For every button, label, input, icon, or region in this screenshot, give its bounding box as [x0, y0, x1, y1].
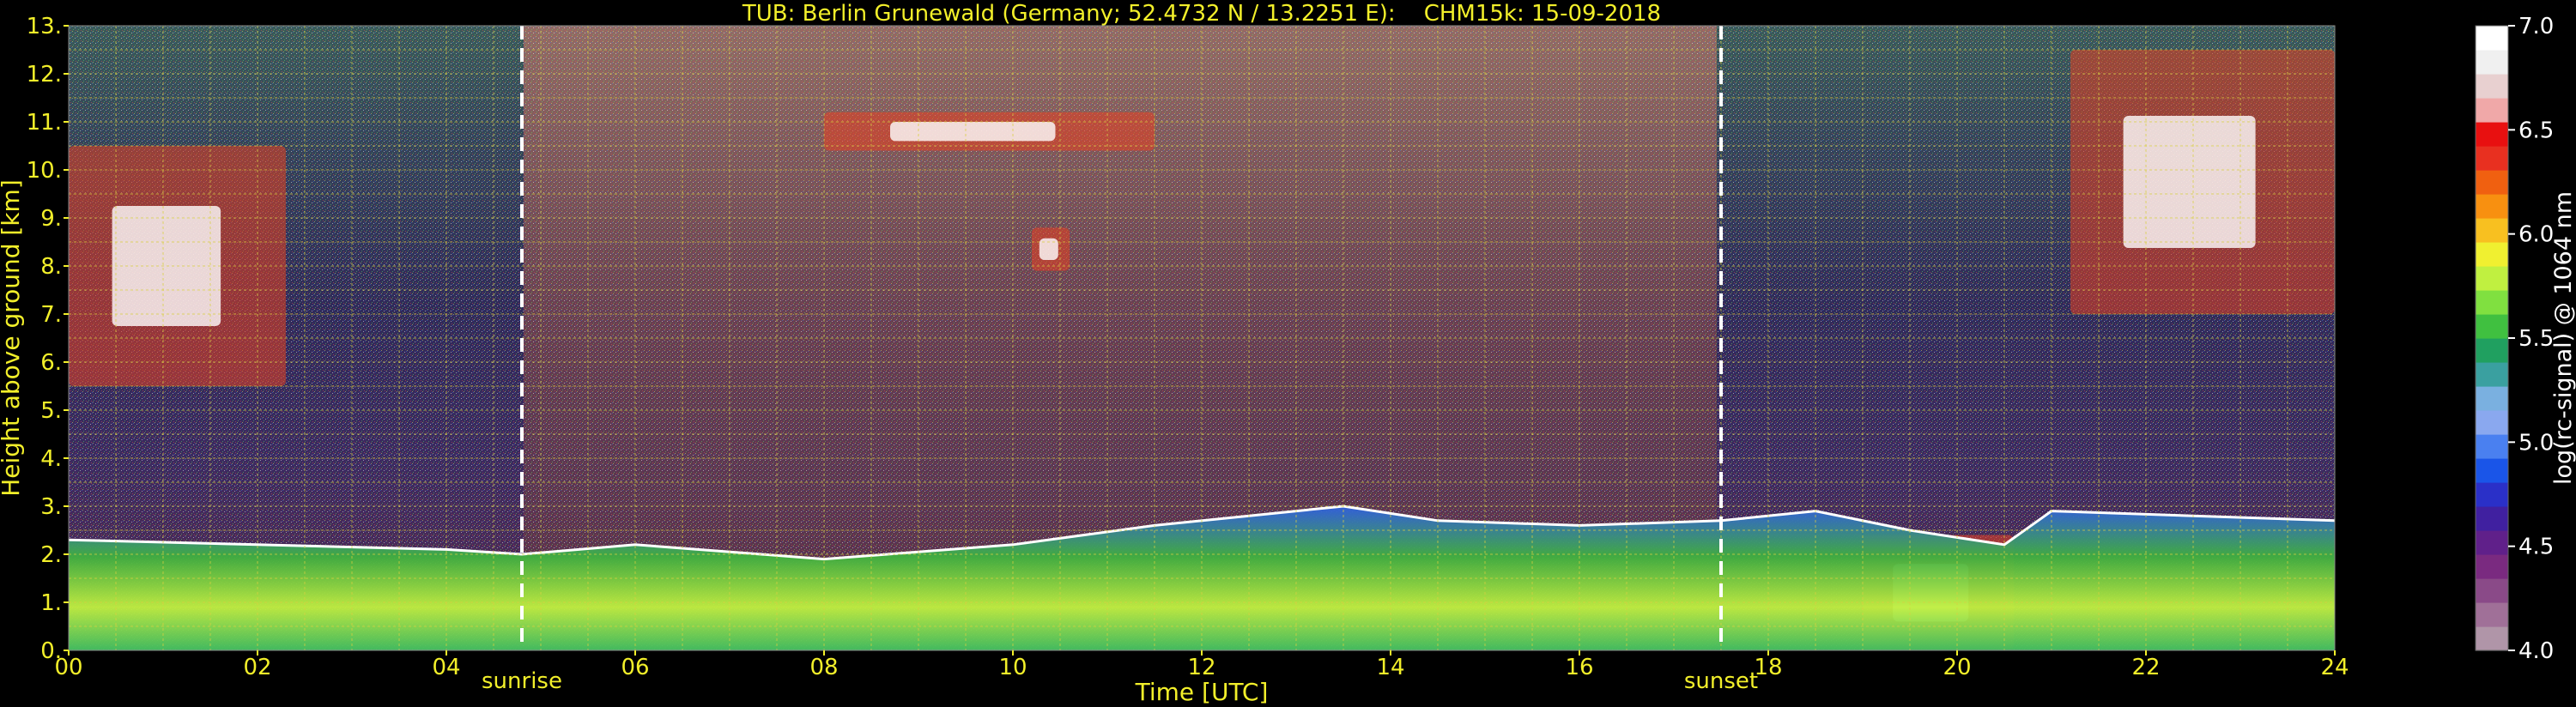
y-tick-label: 2.: [40, 542, 62, 568]
x-tick-label: 16: [1565, 655, 1593, 680]
y-tick-label: 8.: [40, 254, 62, 280]
x-tick-label: 02: [243, 655, 271, 680]
y-tick-label: 1.: [40, 590, 62, 616]
colorbar-segment: [2476, 242, 2508, 267]
colorbar-tick-label: 4.0: [2518, 638, 2554, 664]
colorbar-tick-label: 5.5: [2518, 326, 2554, 352]
colorbar-segment: [2476, 170, 2508, 195]
colorbar-segment: [2476, 554, 2508, 579]
colorbar-segment: [2476, 314, 2508, 339]
plot-area: [69, 26, 2335, 650]
colorbar-segment: [2476, 218, 2508, 243]
colorbar-tick-label: 6.0: [2518, 222, 2554, 248]
colorbar-segment: [2476, 98, 2508, 123]
y-tick-label: 6.: [40, 350, 62, 376]
colorbar-segment: [2476, 122, 2508, 147]
y-axis-label: Height above ground [km]: [0, 179, 25, 497]
colorbar-segment: [2476, 530, 2508, 555]
colorbar-segment: [2476, 602, 2508, 627]
x-tick-label: 20: [1943, 655, 1971, 680]
y-tick-label: 9.: [40, 206, 62, 232]
y-tick-label: 13.: [27, 14, 62, 39]
colorbar-segment: [2476, 338, 2508, 363]
colorbar-tick-label: 6.5: [2518, 118, 2554, 143]
y-tick-label: 5.: [40, 398, 62, 424]
y-tick-label: 12.: [27, 62, 62, 88]
colorbar-segment: [2476, 506, 2508, 531]
colorbar-segment: [2476, 74, 2508, 99]
ceilometer-figure: TUB: Berlin Grunewald (Germany; 52.4732 …: [0, 1, 2576, 706]
colorbar: 4.0 4.5 5.0 5.5 6.0 6.5 7.0 log(rc-signal) @ 1…: [2475, 14, 2576, 664]
colorbar-segment: [2476, 266, 2508, 291]
chart-title: TUB: Berlin Grunewald (Germany; 52.4732 …: [742, 1, 1661, 27]
colorbar-segment: [2476, 458, 2508, 483]
y-tick-label: 3.: [40, 494, 62, 520]
y-tick-label: 10.: [27, 158, 62, 184]
y-tick-label: 0.: [40, 638, 62, 664]
x-tick-label: 04: [432, 655, 460, 680]
y-tick-label: 11.: [27, 110, 62, 136]
x-tick-label: 14: [1376, 655, 1404, 680]
colorbar-label: log(rc-signal) @ 1064 nm: [2550, 191, 2576, 485]
colorbar-segment: [2476, 386, 2508, 411]
colorbar-segment: [2476, 290, 2508, 315]
x-axis-label: Time [UTC]: [1135, 678, 1269, 706]
colorbar-tick-label: 4.5: [2518, 535, 2554, 560]
colorbar-segment: [2476, 146, 2508, 171]
colorbar-segment: [2476, 50, 2508, 75]
event-label-sunset: sunset: [1684, 668, 1758, 694]
y-tick-label: 4.: [40, 446, 62, 472]
colorbar-segment: [2476, 410, 2508, 435]
y-tick-label: 7.: [40, 302, 62, 328]
colorbar-tick-label: 5.0: [2518, 430, 2554, 456]
cloud-core: [890, 122, 1056, 142]
colorbar-segment: [2476, 26, 2508, 51]
x-tick-label: 06: [621, 655, 649, 680]
event-label-sunrise: sunrise: [482, 668, 562, 694]
cloud-core: [2123, 116, 2256, 248]
x-tick-label: 22: [2131, 655, 2160, 680]
colorbar-segment: [2476, 434, 2508, 459]
x-tick-label: 10: [998, 655, 1027, 680]
colorbar-segment: [2476, 482, 2508, 507]
colorbar-segment: [2476, 578, 2508, 603]
colorbar-tick-label: 7.0: [2518, 14, 2554, 39]
x-tick-label: 24: [2320, 655, 2349, 680]
x-tick-label: 08: [809, 655, 838, 680]
x-tick-label: 18: [1754, 655, 1782, 680]
colorbar-segment: [2476, 194, 2508, 219]
colorbar-segment: [2476, 626, 2508, 651]
colorbar-segment: [2476, 362, 2508, 387]
x-tick-label: 12: [1187, 655, 1215, 680]
